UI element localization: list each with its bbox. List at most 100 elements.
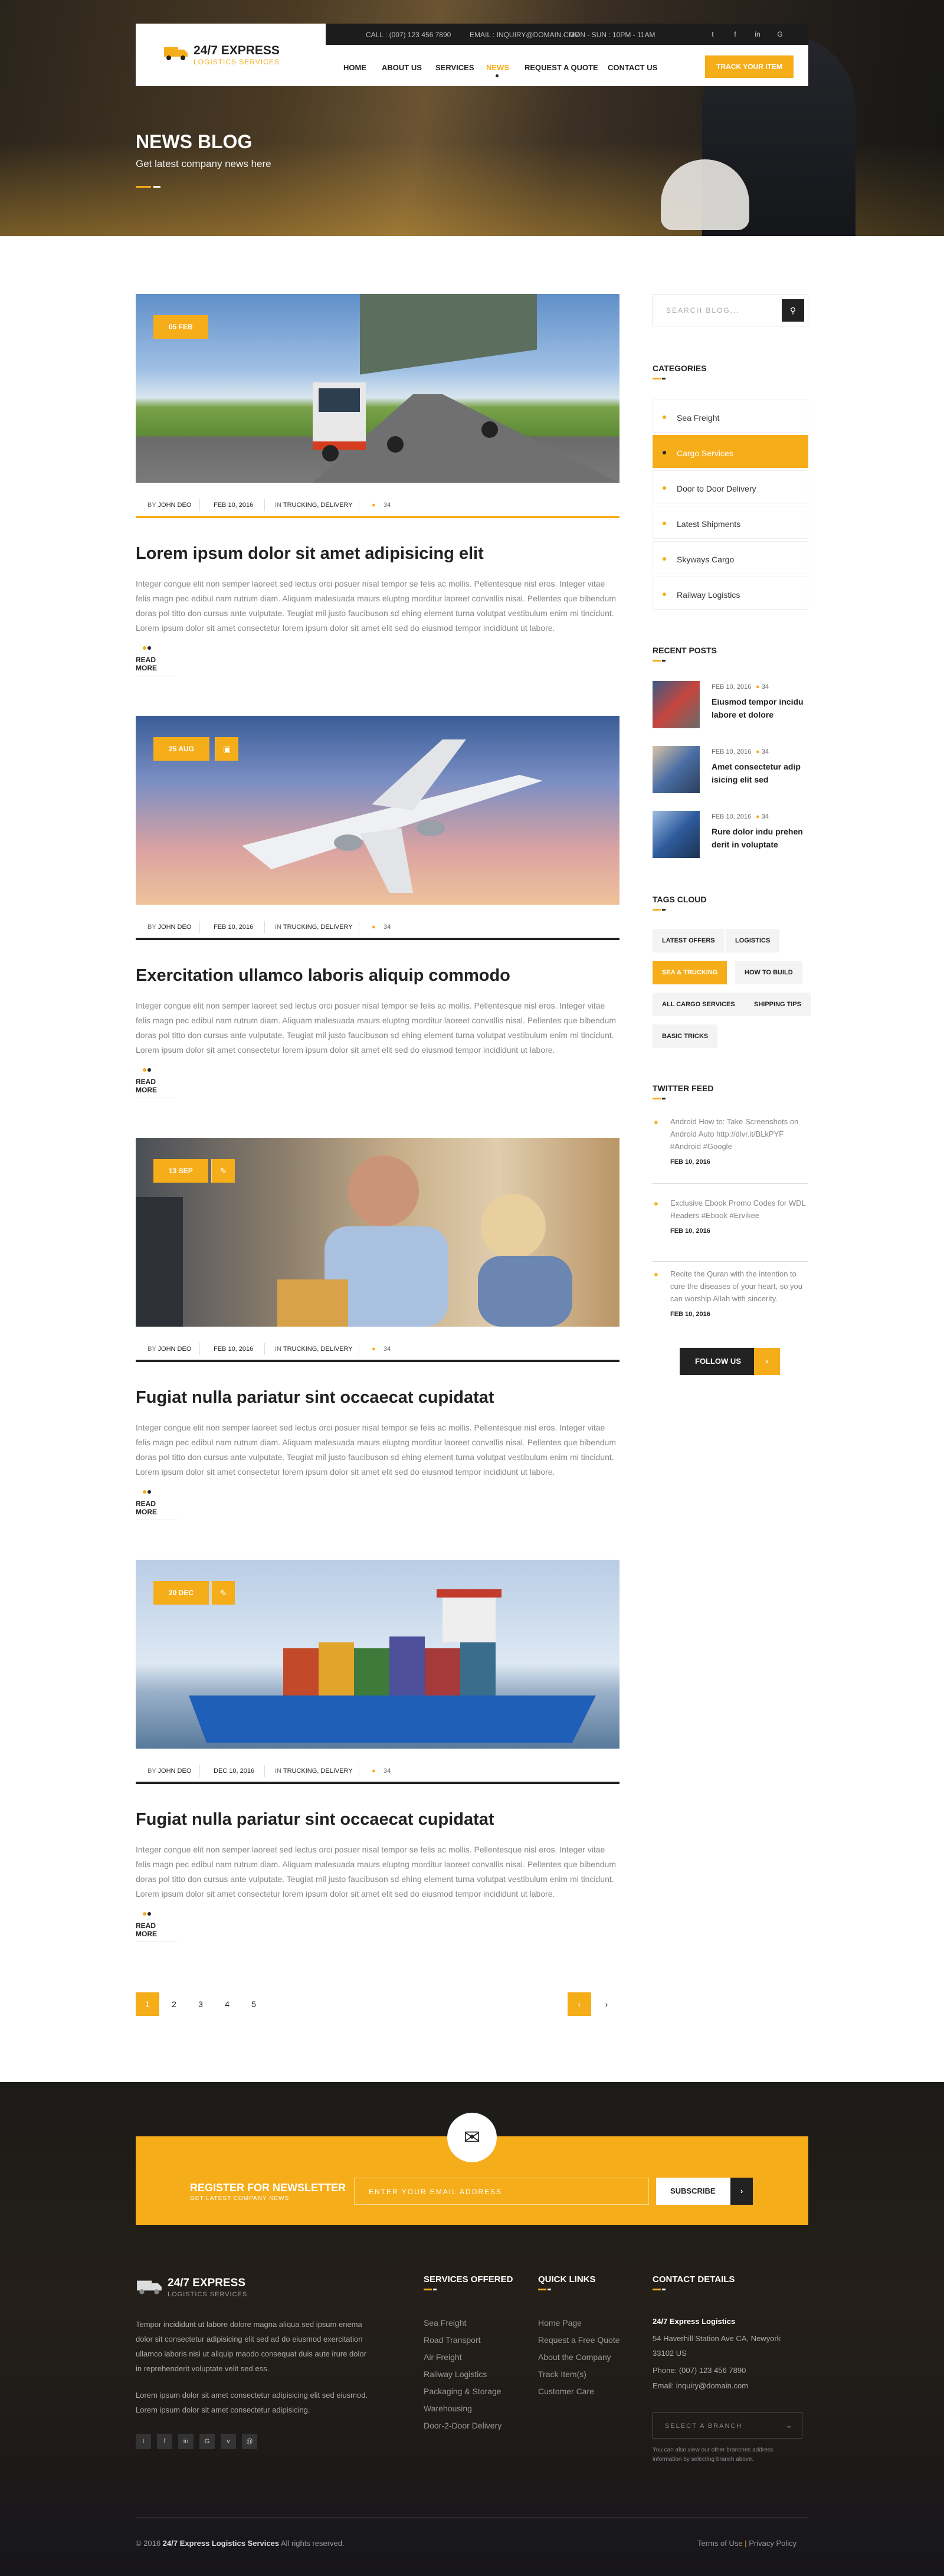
page-5[interactable]: 5 [242,1992,266,2016]
footer-link-packaging[interactable]: Packaging & Storage [424,2387,502,2396]
search-icon[interactable]: ⚲ [782,299,804,322]
twitter-icon[interactable]: t [707,28,719,40]
post-title[interactable]: Fugiat nulla pariatur sint occaecat cupi… [136,1388,620,1408]
recent-post-title[interactable]: Eiusmod tempor incidu labore et dolore [712,695,808,721]
tag-basic-tricks[interactable]: BASIC TRICKS [653,1024,718,1048]
subscribe-button[interactable]: SUBSCRIBE › [656,2178,753,2205]
post-category[interactable]: TRUCKING, DELIVERY [283,1767,353,1775]
follow-us-button[interactable]: FOLLOW US › [680,1348,780,1375]
footer-link-customer-care[interactable]: Customer Care [538,2387,594,2396]
company-email[interactable]: Email: inquiry@domain.com [653,2378,748,2393]
post-comments[interactable]: 34 [384,924,391,931]
vimeo-icon[interactable]: v [221,2434,236,2449]
category-door-to-door[interactable]: Door to Door Delivery [653,470,808,503]
category-railway-logistics[interactable]: Railway Logistics [653,577,808,610]
nav-request-quote[interactable]: REQUEST A QUOTE [525,63,598,72]
post-author[interactable]: JOHN DEO [158,1767,192,1775]
recent-post-title[interactable]: Rure dolor indu prehen derit in voluptat… [712,825,808,851]
footer-link-door2door[interactable]: Door-2-Door Delivery [424,2421,502,2430]
blog-post: 20 DEC ✎ BY JOHN DEO DEC 10, 2016 IN TRU… [136,1560,620,1942]
category-sea-freight[interactable]: Sea Freight [653,400,808,433]
nav-home[interactable]: HOME [343,63,366,72]
comment-icon: ● [756,748,760,755]
linkedin-icon[interactable]: in [178,2434,194,2449]
recent-post[interactable]: FEB 10, 2016 ● 34 Eiusmod tempor incidu … [653,681,808,734]
chevron-left-icon[interactable]: ‹ [568,1992,591,2016]
post-category[interactable]: TRUCKING, DELIVERY [283,502,353,509]
recent-post-thumbnail[interactable] [653,811,700,858]
chevron-right-icon[interactable]: › [595,1992,618,2016]
copyright: © 2016 24/7 Express Logistics Services A… [136,2539,345,2548]
post-title[interactable]: Lorem ipsum dolor sit amet adipisicing e… [136,544,620,564]
search-blog-input[interactable]: SEARCH BLOG... ⚲ [653,294,808,326]
privacy-link[interactable]: Privacy Policy [749,2539,796,2548]
nav-services[interactable]: SERVICES [435,63,474,72]
tag-sea-trucking[interactable]: SEA & TRUCKING [653,961,727,984]
post-author[interactable]: JOHN DEO [158,1346,192,1353]
post-author[interactable]: JOHN DEO [158,502,192,509]
footer-link-about[interactable]: About the Company [538,2352,611,2362]
read-more-link[interactable]: READ MORE [136,1922,177,1942]
read-more-link[interactable]: READ MORE [136,1500,177,1520]
linkedin-icon[interactable]: in [752,28,763,40]
category-skyways-cargo[interactable]: Skyways Cargo [653,541,808,574]
footer-link-quote[interactable]: Request a Free Quote [538,2335,620,2345]
post-image-truck[interactable]: 05 FEB [136,294,620,483]
footer-link-air-freight[interactable]: Air Freight [424,2352,462,2362]
footer-link-road-transport[interactable]: Road Transport [424,2335,481,2345]
footer-link-railway[interactable]: Railway Logistics [424,2369,487,2379]
category-cargo-services[interactable]: Cargo Services [653,435,808,468]
page-4[interactable]: 4 [215,1992,239,2016]
nav-about-us[interactable]: ABOUT US [382,63,422,72]
site-logo[interactable]: 24/7 EXPRESS LOGISTICS SERVICES [136,24,326,86]
read-more-link[interactable]: READ MORE [136,1078,177,1098]
post-title[interactable]: Fugiat nulla pariatur sint occaecat cupi… [136,1810,620,1829]
track-item-button[interactable]: TRACK YOUR ITEM [705,55,794,78]
google-plus-icon[interactable]: G [774,28,786,40]
recent-post[interactable]: FEB 10, 2016 ● 34 Amet consectetur adip … [653,746,808,799]
tag-how-to-build[interactable]: HOW TO BUILD [735,961,802,984]
footer-link-track[interactable]: Track Item(s) [538,2369,586,2379]
footer-link-home[interactable]: Home Page [538,2318,582,2328]
facebook-icon[interactable]: f [729,28,741,40]
post-comments[interactable]: 34 [384,502,391,509]
newsletter-email-input[interactable]: ENTER YOUR EMAIL ADDRESS [354,2178,649,2205]
tag-latest-offers[interactable]: LATEST OFFERS [653,929,725,953]
recent-post[interactable]: FEB 10, 2016 ● 34 Rure dolor indu prehen… [653,811,808,864]
footer-link-sea-freight[interactable]: Sea Freight [424,2318,466,2328]
tag-shipping-tips[interactable]: SHIPPING TIPS [745,993,811,1016]
nav-news[interactable]: NEWS [486,63,509,72]
recent-post-thumbnail[interactable] [653,746,700,793]
post-author[interactable]: JOHN DEO [158,924,192,931]
post-image-warehouse[interactable]: 13 SEP ✎ [136,1138,620,1327]
post-image-ship[interactable]: 20 DEC ✎ [136,1560,620,1749]
category-latest-shipments[interactable]: Latest Shipments [653,506,808,539]
post-excerpt: Integer congue elit non semper laoreet s… [136,579,616,633]
recent-post-title[interactable]: Amet consectetur adip isicing elit sed [712,760,808,786]
footer-link-warehousing[interactable]: Warehousing [424,2404,472,2413]
post-comments[interactable]: 34 [384,1346,391,1353]
nav-contact-us[interactable]: CONTACT US [608,63,657,72]
tag-logistics[interactable]: LOGISTICS [726,929,780,953]
google-plus-icon[interactable]: G [199,2434,215,2449]
post-comments[interactable]: 34 [384,1767,391,1775]
tag-all-cargo-services[interactable]: ALL CARGO SERVICES [653,993,745,1016]
topbar-email[interactable]: EMAIL : INQUIRY@DOMAIN.COM [470,31,580,39]
page-3[interactable]: 3 [189,1992,212,2016]
post-category[interactable]: TRUCKING, DELIVERY [283,924,353,931]
twitter-icon[interactable]: t [136,2434,151,2449]
page-1[interactable]: 1 [136,1992,159,2016]
post-date-badge: 05 FEB [153,315,208,339]
post-image-airplane[interactable]: 25 AUG ▣ [136,716,620,905]
arrow-right-icon: › [730,2178,753,2205]
terms-link[interactable]: Terms of Use [697,2539,743,2548]
post-title[interactable]: Exercitation ullamco laboris aliquip com… [136,966,620,986]
branch-select[interactable]: SELECT A BRANCH ⌄ [653,2413,802,2438]
post-category[interactable]: TRUCKING, DELIVERY [283,1346,353,1353]
comment-icon: ● [372,924,376,931]
page-2[interactable]: 2 [162,1992,186,2016]
facebook-icon[interactable]: f [157,2434,172,2449]
recent-post-thumbnail[interactable] [653,681,700,728]
instagram-icon[interactable]: @ [242,2434,257,2449]
read-more-link[interactable]: READ MORE [136,656,177,676]
